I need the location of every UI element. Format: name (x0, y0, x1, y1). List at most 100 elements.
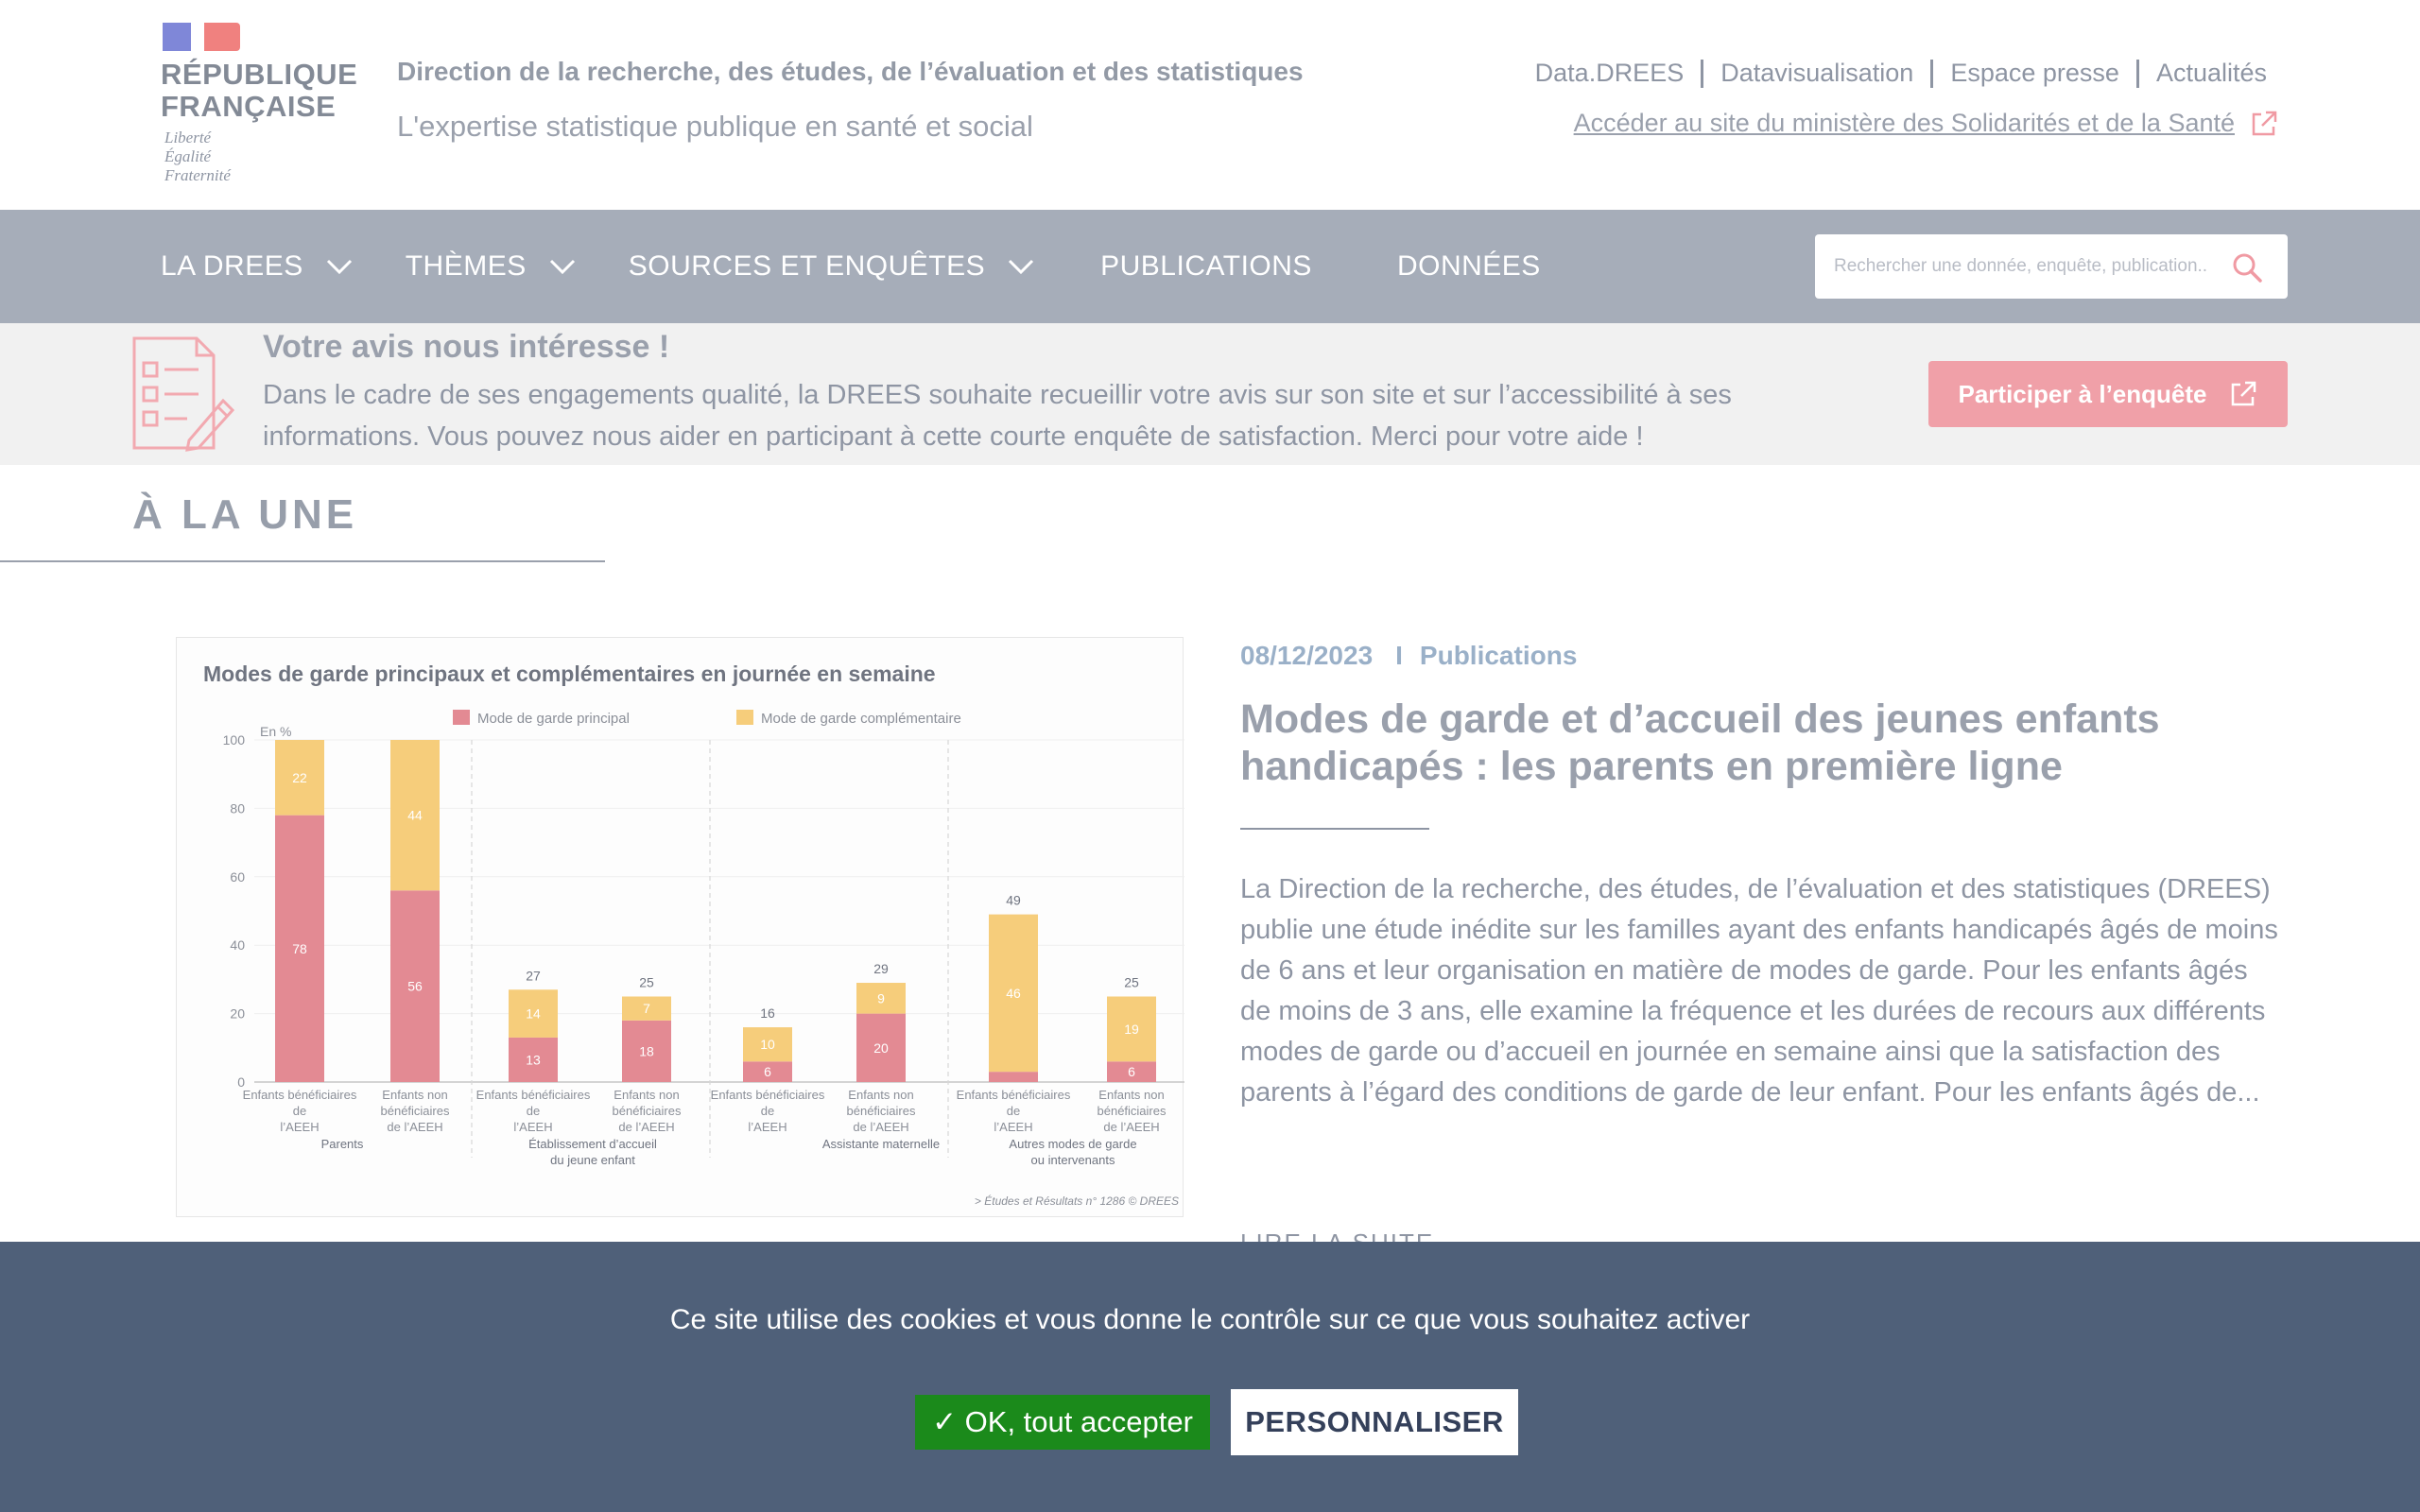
search-icon[interactable] (2231, 251, 2263, 284)
y-tick-label: 20 (230, 1006, 245, 1022)
data-label-complementaire: 46 (1006, 986, 1021, 1001)
data-label-complementaire: 7 (643, 1001, 650, 1016)
data-label-total: 27 (526, 968, 541, 983)
y-tick-label: 100 (223, 732, 246, 747)
participate-survey-button[interactable]: Participer à l’enquête (1928, 361, 2288, 427)
top-link-espace-presse[interactable]: Espace presse (1950, 59, 2119, 88)
data-label-principal: 78 (292, 941, 307, 956)
legend-label: Mode de garde principal (477, 711, 630, 727)
survey-checklist-icon (132, 336, 235, 452)
y-tick-label: 60 (230, 869, 245, 885)
x-tick-label: Enfants bénéficiaires de l’AEEH (476, 1088, 591, 1134)
logo-text: RÉPUBLIQUE FRANÇAISE (161, 58, 358, 123)
article-chart-image[interactable]: Modes de garde principaux et complémenta… (176, 637, 1184, 1217)
divider (2135, 59, 2139, 88)
data-label-total: 25 (1124, 975, 1139, 990)
cookie-banner: Ce site utilise des cookies et vous donn… (0, 1242, 2420, 1512)
accept-all-cookies-button[interactable]: ✓ OK, tout accepter (915, 1395, 1210, 1450)
nav-item-la-drees[interactable]: LA DREES (161, 250, 353, 283)
external-link-icon (2252, 111, 2277, 135)
data-label-complementaire: 14 (526, 1006, 541, 1022)
data-label-total: 25 (639, 975, 654, 990)
survey-text: Dans le cadre de ses engagements qualité… (263, 380, 1732, 452)
chevron-down-icon (1009, 259, 1034, 275)
divider (1701, 59, 1704, 88)
customize-cookies-button[interactable]: PERSONNALISER (1231, 1389, 1518, 1455)
article-body: La Direction de la recherche, des études… (1240, 874, 2278, 1108)
site-header: RÉPUBLIQUE FRANÇAISE Liberté Égalité Fra… (0, 0, 2420, 210)
meta-separator: I (1395, 641, 1403, 670)
x-tick-label: Enfants bénéficiaires de l’AEEH (957, 1088, 1071, 1134)
data-label-complementaire: 10 (760, 1037, 775, 1052)
x-tick-label: Enfants bénéficiaires de l’AEEH (711, 1088, 825, 1134)
data-label-complementaire: 19 (1124, 1022, 1139, 1037)
chevron-down-icon (326, 259, 352, 275)
article-divider (1240, 828, 1429, 830)
cookie-text: Ce site utilise des cookies et vous donn… (669, 1304, 1751, 1335)
data-label-principal: 6 (764, 1064, 771, 1079)
site-subtitle: L'expertise statistique publique en sant… (397, 110, 1033, 143)
y-axis-label: En % (260, 724, 291, 739)
nav-item-themes[interactable]: THÈMES (406, 250, 576, 283)
x-tick-label: Enfants non bénéficiaires de l’AEEH (1098, 1088, 1167, 1134)
nav-item-donnees[interactable]: DONNÉES (1397, 250, 1541, 283)
data-label-complementaire: 22 (292, 770, 307, 785)
x-tick-label: Enfants non bénéficiaires de l’AEEH (381, 1088, 450, 1134)
external-link-icon (2232, 381, 2256, 406)
marianne-flag-icon (163, 23, 240, 51)
nav-item-label: LA DREES (161, 250, 303, 282)
ministry-link[interactable]: Accéder au site du ministère des Solidar… (1574, 109, 2278, 138)
site-title[interactable]: Direction de la recherche, des études, d… (397, 57, 1304, 87)
survey-banner: Votre avis nous intéresse ! Dans le cadr… (0, 323, 2420, 465)
x-tick-label: Enfants non bénéficiaires de l’AEEH (847, 1088, 916, 1134)
article-date: 08/12/2023 (1240, 641, 1374, 670)
legend-label: Mode de garde complémentaire (761, 711, 961, 727)
top-links: Data.DREES Datavisualisation Espace pres… (1535, 59, 2267, 88)
top-link-data-drees[interactable]: Data.DREES (1535, 59, 1685, 88)
legend-swatch (453, 710, 470, 725)
data-label-total: 16 (760, 1005, 775, 1021)
top-link-datavisualisation[interactable]: Datavisualisation (1720, 59, 1913, 88)
nav-item-publications[interactable]: PUBLICATIONS (1100, 250, 1312, 283)
data-label-total: 49 (1006, 893, 1021, 908)
article-meta: 08/12/2023 I Publications (1240, 641, 1577, 671)
section-title: À LA UNE (132, 491, 358, 538)
nav-item-sources-et-enquetes[interactable]: SOURCES ET ENQUÊTES (629, 250, 1034, 283)
main-navigation: LA DREES THÈMES SOURCES ET ENQUÊTES PUBL… (0, 210, 2420, 323)
nav-item-label: DONNÉES (1396, 250, 1541, 282)
y-tick-label: 80 (230, 800, 245, 816)
group-label: Assistante maternelle (822, 1137, 940, 1151)
data-label-principal: 6 (1128, 1064, 1135, 1079)
nav-item-label: THÈMES (405, 250, 527, 282)
article-title[interactable]: Modes de garde et d’accueil des jeunes e… (1240, 696, 2318, 790)
chevron-down-icon (549, 259, 575, 275)
data-label-complementaire: 44 (407, 808, 423, 823)
republique-francaise-logo[interactable]: RÉPUBLIQUE FRANÇAISE Liberté Égalité Fra… (161, 21, 357, 191)
bar-chart: Modes de garde principaux et complémenta… (203, 662, 1184, 1208)
data-label-principal: 20 (873, 1040, 889, 1056)
group-label: Établissement d’accueil du jeune enfant (528, 1137, 657, 1167)
legend-swatch (736, 710, 753, 725)
y-tick-label: 40 (230, 937, 245, 953)
top-link-actualites[interactable]: Actualités (2156, 59, 2267, 88)
chart-source: > Études et Résultats n° 1286 © DREES (975, 1194, 1179, 1208)
chart-title: Modes de garde principaux et complémenta… (203, 662, 936, 686)
data-label-principal: 56 (407, 979, 423, 994)
search-box (1815, 234, 2288, 299)
survey-title: Votre avis nous intéresse ! (263, 329, 670, 365)
participate-survey-label: Participer à l’enquête (1958, 379, 2207, 408)
nav-item-label: SOURCES ET ENQUÊTES (628, 250, 986, 282)
data-label-complementaire: 9 (877, 990, 885, 1005)
logo-motto: Liberté Égalité Fraternité (164, 129, 231, 184)
bar-principal (989, 1072, 1038, 1082)
section-underline (0, 560, 605, 562)
article-category[interactable]: Publications (1420, 641, 1577, 671)
ministry-link-label: Accéder au site du ministère des Solidar… (1573, 109, 2235, 137)
divider (1930, 59, 1934, 88)
data-label-principal: 18 (639, 1043, 654, 1058)
search-input[interactable] (1832, 234, 2210, 299)
x-tick-label: Enfants non bénéficiaires de l’AEEH (613, 1088, 682, 1134)
x-tick-label: Enfants bénéficiaires de l’AEEH (243, 1088, 357, 1134)
group-label: Autres modes de garde ou intervenants (1009, 1137, 1136, 1167)
data-label-total: 29 (873, 961, 889, 976)
